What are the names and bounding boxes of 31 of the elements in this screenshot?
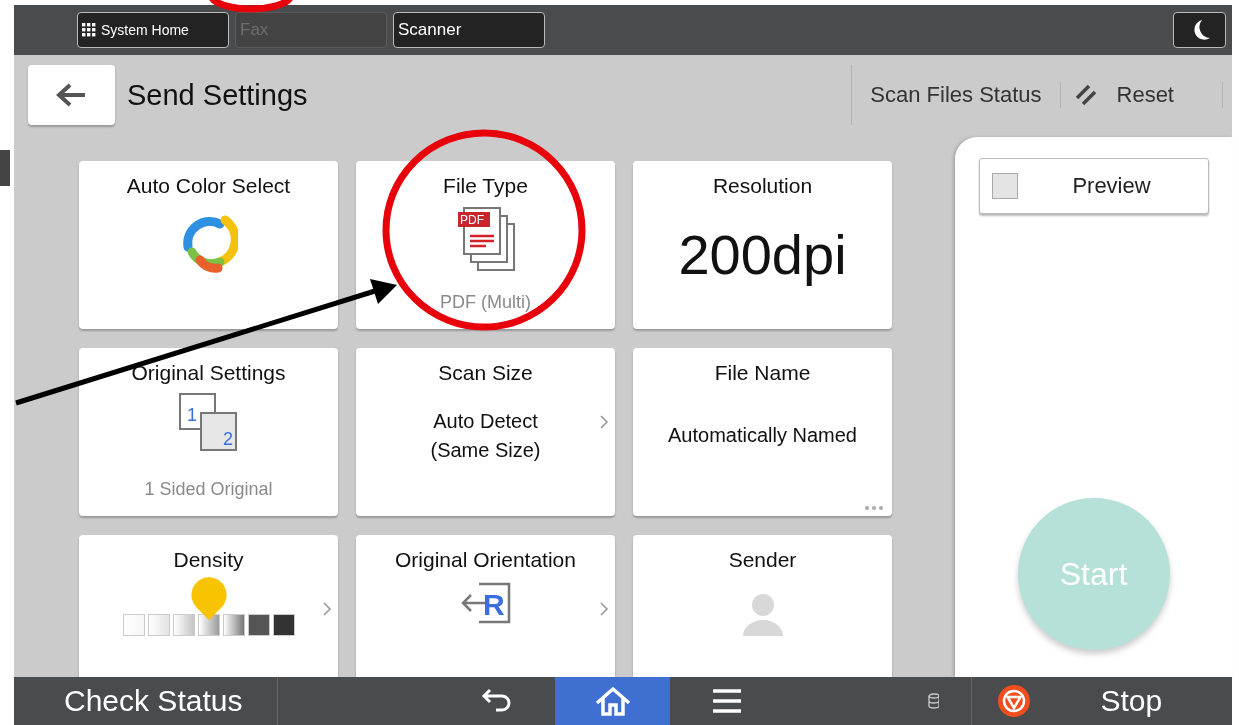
setting-tile[interactable]: Original Orientation R	[356, 535, 615, 677]
setting-tile[interactable]: Resolution 200dpi	[633, 161, 892, 329]
scan-files-status-button[interactable]: Scan Files Status	[851, 65, 1060, 125]
preview-button[interactable]: Preview	[978, 158, 1209, 214]
tile-title: Resolution	[712, 174, 813, 198]
tile-title: Scan Size	[438, 361, 533, 385]
tile-title: File Name	[714, 361, 811, 385]
tile-title: Original Orientation	[395, 548, 576, 572]
setting-tile[interactable]: File Name Automatically Named	[633, 348, 892, 516]
tile-title: Original Settings	[131, 361, 286, 385]
setting-tile[interactable]: Sender	[633, 535, 892, 677]
reset-button[interactable]: Reset	[1116, 82, 1174, 108]
setting-tile[interactable]: Scan Size Auto Detect (Same Size)	[356, 348, 615, 516]
tile-value: Automatically Named	[668, 423, 857, 448]
setting-tile[interactable]: Auto Color Select	[79, 161, 338, 329]
app-tab[interactable]: Scanner	[393, 12, 545, 48]
setting-tile[interactable]: Density	[79, 535, 338, 677]
page-title: Send Settings	[127, 78, 308, 112]
app-tab[interactable]: System Home	[77, 12, 229, 48]
tile-title: File Type	[443, 174, 528, 198]
setting-tile[interactable]: Original Settings 1 2 1 Sided Original	[79, 348, 338, 516]
tile-caption: PDF (Multi)	[440, 292, 531, 313]
tile-caption: 1 Sided Original	[144, 479, 273, 500]
tile-value: 200dpi	[678, 222, 847, 287]
tile-title: Sender	[728, 548, 797, 572]
stop-button[interactable]: Stop	[971, 677, 1232, 725]
tile-title: Density	[173, 548, 244, 572]
check-status-button[interactable]: Check Status	[14, 677, 279, 725]
setting-tile[interactable]: File Type PDF PDF (Multi)	[356, 161, 615, 329]
tile-value: Auto Detect (Same Size)	[430, 408, 541, 463]
tile-title: Auto Color Select	[126, 174, 291, 198]
